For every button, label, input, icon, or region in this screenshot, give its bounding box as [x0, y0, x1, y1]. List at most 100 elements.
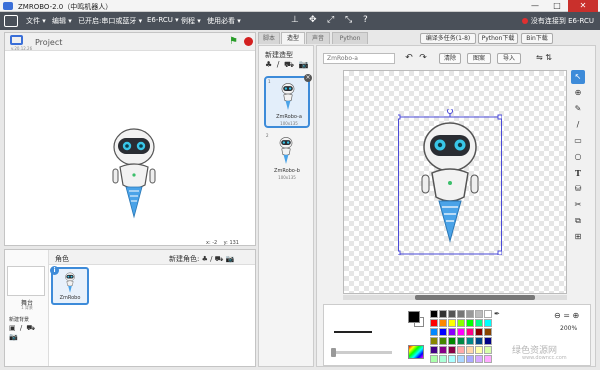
- add-image-button[interactable]: 图案: [467, 53, 491, 64]
- rectangle-tool-icon[interactable]: ▭: [571, 134, 585, 148]
- color-gradient-swatch[interactable]: [408, 345, 424, 359]
- tab-python[interactable]: Python: [332, 32, 368, 44]
- color-swatch[interactable]: [448, 319, 456, 327]
- help-icon[interactable]: ?: [363, 15, 368, 25]
- costume-name-input[interactable]: [323, 53, 395, 64]
- color-swatch[interactable]: [439, 355, 447, 363]
- color-swatch[interactable]: [466, 346, 474, 354]
- pencil-tool-icon[interactable]: ✎: [571, 102, 585, 116]
- brush-size-slider[interactable]: [331, 348, 392, 357]
- color-swatch[interactable]: [430, 346, 438, 354]
- reshape-tool-icon[interactable]: ⊕: [571, 86, 585, 100]
- color-swatch[interactable]: [457, 346, 465, 354]
- color-swatch[interactable]: [475, 328, 483, 336]
- compile-multitask-button[interactable]: 编译多任务(1-8): [420, 33, 476, 44]
- menu-examples[interactable]: 例程 ▾: [181, 16, 201, 26]
- stop-icon[interactable]: [244, 37, 253, 46]
- paint-canvas[interactable]: [343, 70, 567, 294]
- color-swatch[interactable]: [484, 319, 492, 327]
- ellipse-tool-icon[interactable]: ○: [571, 150, 585, 164]
- color-swatch[interactable]: [439, 328, 447, 336]
- undo-icon[interactable]: ↶: [403, 53, 415, 64]
- color-swatch[interactable]: [466, 310, 474, 318]
- color-swatch[interactable]: [475, 337, 483, 345]
- color-swatch[interactable]: [439, 337, 447, 345]
- color-swatch[interactable]: [484, 328, 492, 336]
- backdrop-tools-icon[interactable]: ▣ / ⛟ 📷: [9, 324, 48, 341]
- color-swatch[interactable]: [466, 328, 474, 336]
- color-swatch[interactable]: [475, 355, 483, 363]
- scrollbar-thumb[interactable]: [415, 295, 535, 300]
- color-swatch[interactable]: [484, 310, 492, 318]
- stage-thumbnail[interactable]: [7, 266, 45, 296]
- duplicate-tool-icon[interactable]: ⧉: [571, 214, 585, 228]
- color-swatch[interactable]: [430, 328, 438, 336]
- line-tool-icon[interactable]: /: [571, 118, 585, 132]
- grow-icon[interactable]: ⤢: [327, 15, 334, 25]
- select-tool-icon[interactable]: ↖: [571, 70, 585, 84]
- minimize-button[interactable]: —: [524, 0, 546, 12]
- clear-button[interactable]: 清除: [439, 53, 461, 64]
- python-download-button[interactable]: Python下载: [478, 33, 518, 44]
- color-swatch[interactable]: [439, 310, 447, 318]
- color-swatch[interactable]: [457, 337, 465, 345]
- text-tool-icon[interactable]: T: [571, 166, 585, 180]
- color-swatch[interactable]: [457, 319, 465, 327]
- color-swatch[interactable]: [430, 310, 438, 318]
- eyedropper-icon[interactable]: ✒: [494, 310, 504, 322]
- flip-icon[interactable]: ⇋ ⇅: [529, 53, 559, 64]
- bin-download-button[interactable]: Bin下载: [521, 33, 553, 44]
- color-swatch[interactable]: [448, 355, 456, 363]
- tab-sounds[interactable]: 声音: [306, 32, 330, 44]
- costume-item[interactable]: 2 ZmRobo-b 100x135: [264, 132, 310, 184]
- color-swatch[interactable]: [484, 355, 492, 363]
- menu-edit[interactable]: 编辑 ▾: [52, 16, 72, 26]
- color-swatch[interactable]: [466, 337, 474, 345]
- color-swatch[interactable]: [448, 328, 456, 336]
- color-swatch[interactable]: [484, 346, 492, 354]
- fullscreen-icon[interactable]: [10, 35, 23, 45]
- new-sprite-tools-icon[interactable]: ♣ / ⛟ 📷: [202, 255, 235, 263]
- color-swatch[interactable]: [448, 346, 456, 354]
- maximize-button[interactable]: □: [546, 0, 568, 12]
- redo-icon[interactable]: ↷: [417, 53, 429, 64]
- color-swatch[interactable]: [448, 337, 456, 345]
- front-layer-tool-icon[interactable]: ⊞: [571, 230, 585, 244]
- eraser-tool-icon[interactable]: ✂: [571, 198, 585, 212]
- canvas-horizontal-scrollbar[interactable]: [343, 295, 567, 300]
- primary-color-swatch[interactable]: [408, 311, 420, 323]
- fill-tool-icon[interactable]: ⛁: [571, 182, 585, 196]
- menu-file[interactable]: 文件 ▾: [26, 16, 46, 26]
- stamp-icon[interactable]: ⊥: [291, 15, 299, 25]
- color-swatch[interactable]: [457, 328, 465, 336]
- menu-help[interactable]: 使用必看 ▾: [207, 16, 241, 26]
- color-swatch[interactable]: [484, 337, 492, 345]
- color-swatch[interactable]: [475, 346, 483, 354]
- zoom-controls-icon[interactable]: ⊖ = ⊕: [554, 311, 579, 320]
- sprite-tile[interactable]: i ZmRobo: [50, 266, 89, 305]
- delete-costume-icon[interactable]: ×: [304, 74, 312, 82]
- stage-robot-sprite[interactable]: [105, 121, 163, 227]
- color-swatch[interactable]: [430, 337, 438, 345]
- green-flag-icon[interactable]: ⚑: [229, 36, 238, 47]
- move-icon[interactable]: ✥: [309, 15, 317, 25]
- color-swatch[interactable]: [448, 310, 456, 318]
- tab-costumes[interactable]: 造型: [281, 32, 305, 44]
- color-swatch[interactable]: [475, 310, 483, 318]
- new-costume-tools-icon[interactable]: ♣ / ⛟ 📷: [265, 60, 310, 70]
- color-swatch[interactable]: [475, 319, 483, 327]
- menu-board[interactable]: E6-RCU ▾: [147, 16, 179, 24]
- project-name[interactable]: Project: [35, 38, 62, 47]
- import-button[interactable]: 导入: [497, 53, 521, 64]
- info-icon[interactable]: i: [50, 266, 59, 275]
- shrink-icon[interactable]: ⤡: [345, 15, 352, 25]
- tab-scripts[interactable]: 脚本: [258, 32, 280, 44]
- color-swatch[interactable]: [439, 319, 447, 327]
- color-swatch[interactable]: [439, 346, 447, 354]
- color-swatch[interactable]: [466, 319, 474, 327]
- slider-knob[interactable]: [331, 348, 336, 357]
- close-button[interactable]: ✕: [568, 0, 598, 12]
- canvas-robot[interactable]: [398, 109, 502, 255]
- color-swatch[interactable]: [457, 355, 465, 363]
- color-swatch[interactable]: [430, 319, 438, 327]
